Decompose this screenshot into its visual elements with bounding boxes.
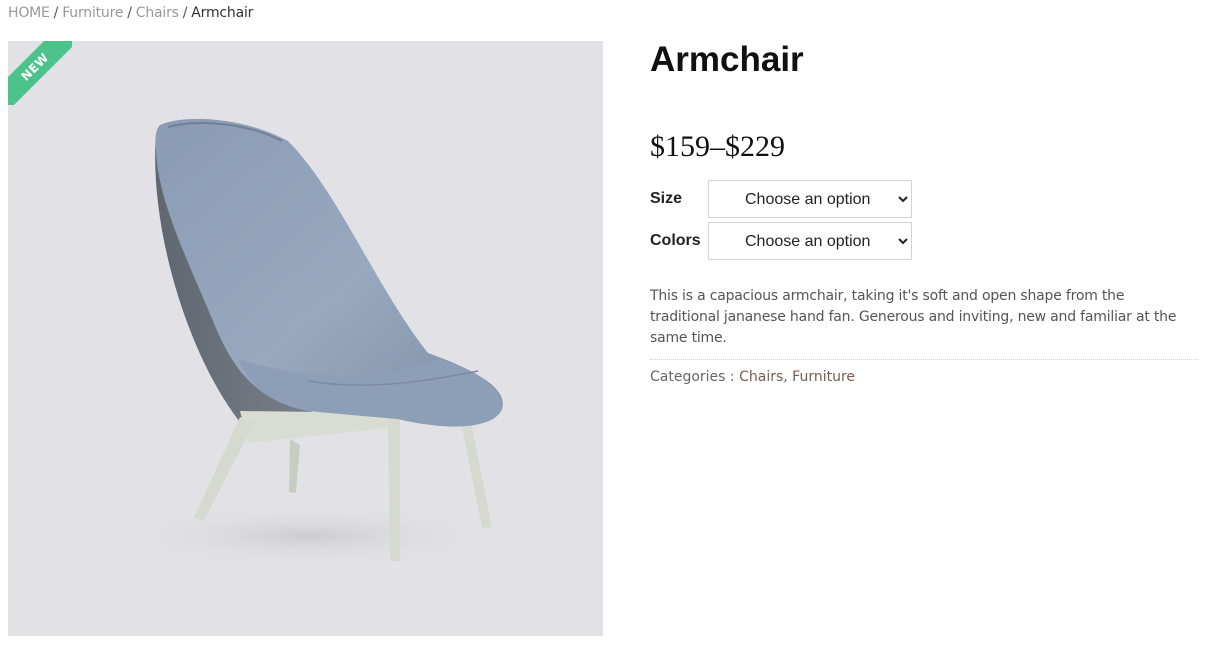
- variation-colors-row: Colors Choose an option: [650, 222, 1198, 260]
- categories-label: Categories :: [650, 369, 735, 385]
- breadcrumb-separator: /: [182, 5, 188, 21]
- armchair-image: [108, 118, 508, 568]
- breadcrumb: HOME / Furniture / Chairs / Armchair: [8, 4, 253, 22]
- size-select[interactable]: Choose an option: [708, 180, 912, 218]
- divider: [650, 359, 1198, 360]
- product-description: This is a capacious armchair, taking it'…: [650, 288, 1177, 346]
- product-price: $159–$229: [650, 130, 785, 163]
- category-link-furniture[interactable]: Furniture: [792, 369, 855, 385]
- breadcrumb-current: Armchair: [191, 5, 254, 21]
- product-title: Armchair: [650, 40, 804, 79]
- colors-label: Colors: [650, 232, 701, 249]
- breadcrumb-furniture-link[interactable]: Furniture: [62, 5, 123, 21]
- breadcrumb-chairs-link[interactable]: Chairs: [136, 5, 179, 21]
- product-summary: Armchair $159–$229 Size Choose an option…: [650, 40, 1198, 386]
- categories-joiner: ,: [783, 369, 793, 385]
- variation-size-row: Size Choose an option: [650, 180, 1198, 218]
- product-image[interactable]: NEW: [8, 41, 603, 636]
- variations-form: Size Choose an option Colors Choose an o…: [650, 180, 1198, 260]
- breadcrumb-separator: /: [53, 5, 59, 21]
- breadcrumb-separator: /: [127, 5, 132, 21]
- colors-select[interactable]: Choose an option: [708, 222, 912, 260]
- size-label: Size: [650, 190, 683, 207]
- product-categories: Categories : Chairs, Furniture: [650, 368, 1198, 386]
- new-badge: NEW: [8, 41, 72, 105]
- category-link-chairs[interactable]: Chairs: [739, 369, 783, 385]
- breadcrumb-home-link[interactable]: HOME: [8, 5, 50, 21]
- new-badge-label: NEW: [8, 41, 72, 105]
